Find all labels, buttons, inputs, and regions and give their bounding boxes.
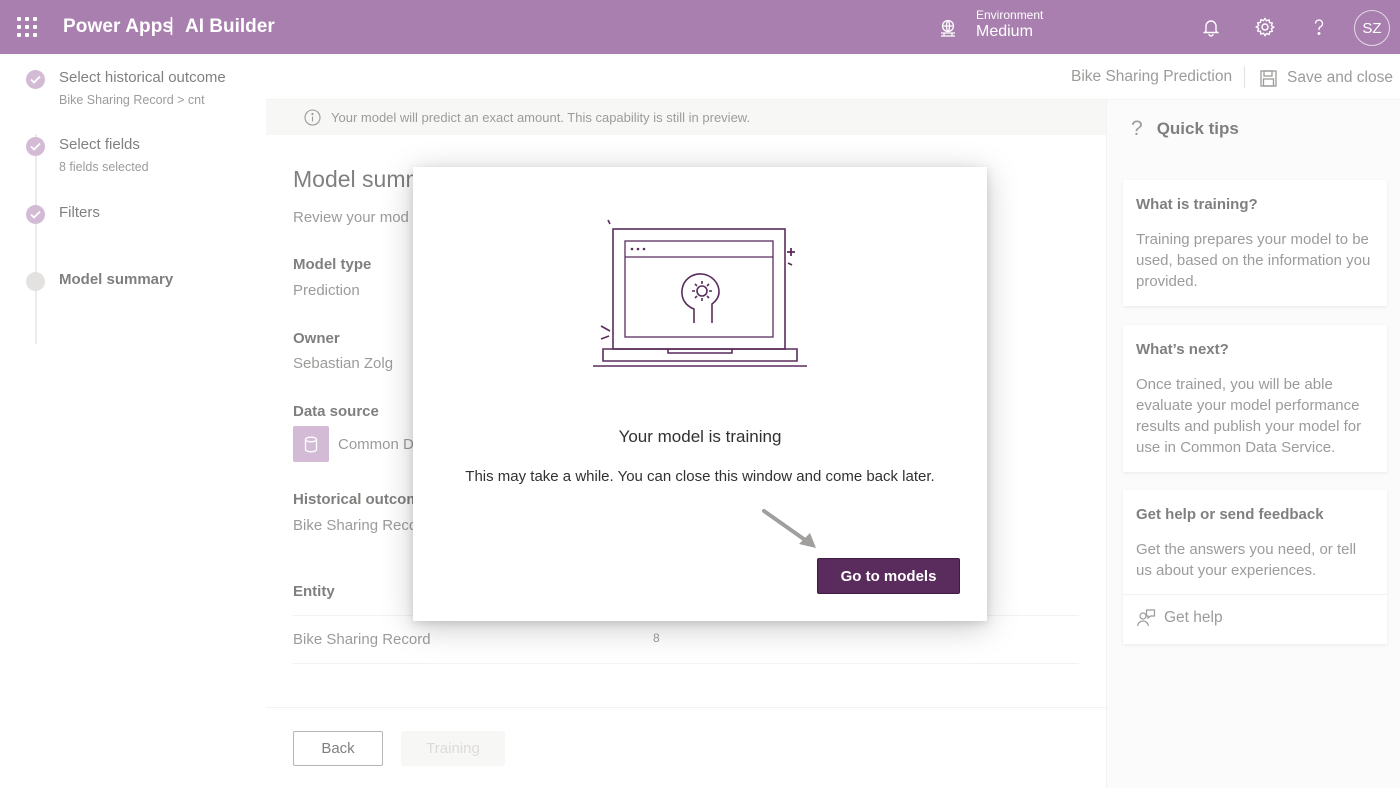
app-name[interactable]: Power Apps [63,16,173,38]
go-to-models-button[interactable]: Go to models [817,558,960,594]
settings-gear-icon[interactable] [1254,16,1276,38]
training-dialog: Your model is training This may take a w… [413,167,987,621]
help-question-icon[interactable] [1308,16,1330,38]
user-avatar[interactable]: SZ [1354,10,1390,46]
app-launcher-icon[interactable] [17,17,37,37]
dialog-message: This may take a while. You can close thi… [465,468,935,485]
notification-bell-icon[interactable] [1200,16,1222,38]
title-separator: | [169,15,174,36]
sub-app-name[interactable]: AI Builder [185,16,275,38]
dialog-title: Your model is training [618,427,782,446]
environment-icon[interactable] [938,18,958,38]
environment-label: Environment [976,8,1044,22]
top-bar: Power Apps | AI Builder Environment Medi… [0,0,1400,54]
environment-value[interactable]: Medium [976,23,1033,41]
laptop-brain-gear-illustration [593,219,807,367]
pointer-arrow-icon [762,509,816,548]
